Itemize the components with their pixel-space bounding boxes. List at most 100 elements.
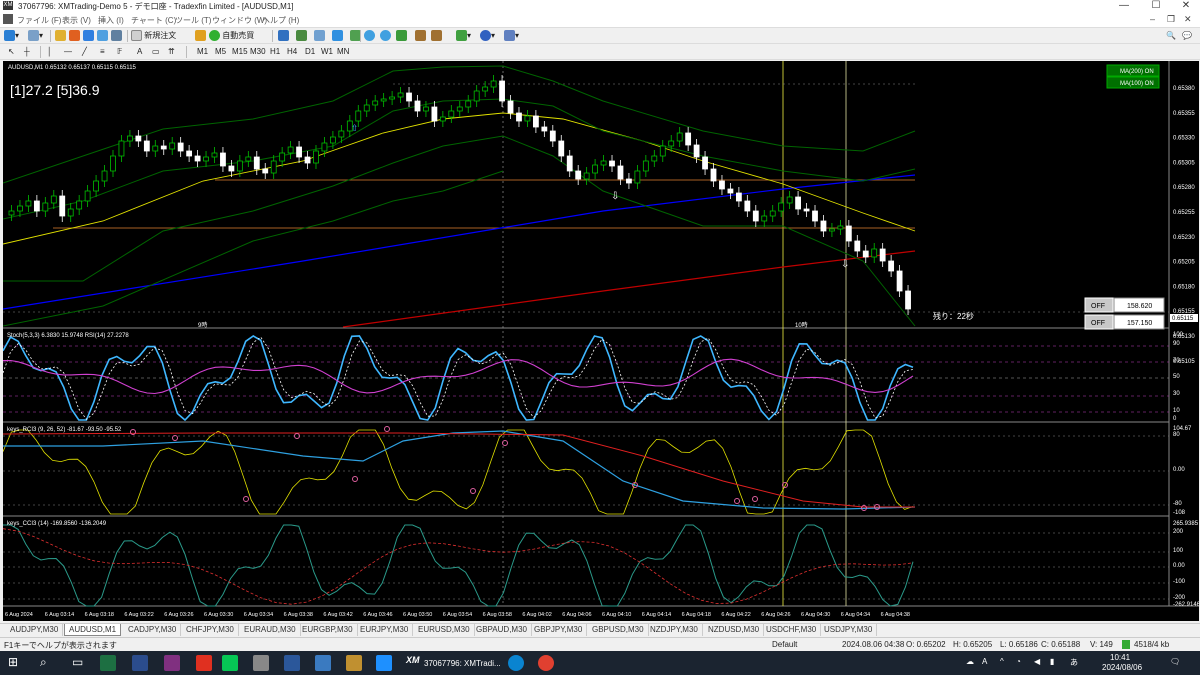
chart-tab-eurgbpm30[interactable]: EURGBP,M30: [298, 624, 358, 636]
zoom-out-icon[interactable]: [380, 30, 391, 42]
menu-insert[interactable]: 挿入 (I): [98, 15, 124, 26]
excel-icon[interactable]: [100, 655, 116, 671]
horizontal-line-icon[interactable]: —: [64, 46, 72, 58]
volume-icon[interactable]: ◀: [1034, 657, 1040, 666]
ime-mode-icon[interactable]: あ: [1070, 657, 1078, 668]
chart-shift-icon[interactable]: [415, 30, 426, 42]
battery-icon[interactable]: ▮: [1050, 657, 1054, 666]
navigator-icon[interactable]: [83, 30, 94, 42]
xm-icon[interactable]: XM: [406, 655, 420, 665]
search-taskbar-icon[interactable]: ⌕: [40, 655, 47, 670]
chart-tab-gbpaudm30[interactable]: GBPAUD,M30: [472, 624, 532, 636]
menu-chart[interactable]: チャート (C): [131, 15, 176, 26]
tf-m15[interactable]: M15: [232, 46, 248, 58]
chart-tab-cadjpym30[interactable]: CADJPY,M30: [124, 624, 182, 636]
crosshair-icon[interactable]: ┼: [24, 46, 30, 58]
chrome-icon[interactable]: [538, 655, 554, 671]
candlestick-icon[interactable]: [296, 30, 307, 42]
line-chart-alt-icon[interactable]: [332, 30, 343, 42]
arrows-icon[interactable]: ⇈: [168, 46, 175, 58]
vertical-line-icon[interactable]: │: [47, 46, 52, 58]
chart-tab-eurjpym30[interactable]: EURJPY,M30: [356, 624, 414, 636]
tf-d1[interactable]: D1: [305, 46, 315, 58]
wifi-icon[interactable]: ◔: [1016, 657, 1021, 666]
app-icon-6[interactable]: [253, 655, 269, 671]
tf-m5[interactable]: M5: [215, 46, 226, 58]
chart-tab-chfjpym30[interactable]: CHFJPY,M30: [182, 624, 239, 636]
taskbar-mt4-label[interactable]: 37067796: XMTradi...: [424, 659, 501, 668]
edge-icon[interactable]: [508, 655, 524, 671]
tray-chevron-icon[interactable]: ^: [1000, 657, 1004, 666]
terminal-icon[interactable]: [97, 30, 108, 42]
chat-icon[interactable]: 💬: [1182, 30, 1192, 42]
menu-view[interactable]: 表示 (V): [62, 15, 91, 26]
menu-file[interactable]: ファイル (F): [17, 15, 61, 26]
cursor-icon[interactable]: ↖: [8, 46, 15, 58]
auto-trading-button[interactable]: 自動売買: [209, 30, 254, 42]
chart-tab-eurusdm30[interactable]: EURUSD,M30: [414, 624, 475, 636]
chart-tab-audjpym30[interactable]: AUDJPY,M30: [6, 624, 64, 636]
chart-window[interactable]: ⇩ ⇩ ⇧ 0.65380 0.65355 0.65330 0.65305 0.65280 0…: [2, 61, 1200, 621]
minimize-button[interactable]: —: [1110, 0, 1138, 12]
app-icon-10[interactable]: [376, 655, 392, 671]
menu-window[interactable]: ウィンドウ (W): [212, 15, 267, 26]
data-window-icon[interactable]: [69, 30, 80, 42]
fibonacci-icon[interactable]: 𝔽: [117, 46, 122, 58]
line-chart-icon[interactable]: [314, 30, 325, 42]
chart-tab-gbpusdm30[interactable]: GBPUSD,M30: [588, 624, 649, 636]
tf-m1[interactable]: M1: [197, 46, 208, 58]
tf-m30[interactable]: M30: [250, 46, 266, 58]
app-icon-2[interactable]: [132, 655, 148, 671]
tile-windows-icon[interactable]: [396, 30, 407, 42]
mdi-minimize-icon[interactable]: –: [1150, 14, 1155, 24]
network-icon[interactable]: ☁: [966, 657, 974, 666]
menu-tools[interactable]: ツール (T): [175, 15, 211, 26]
mdi-close-icon[interactable]: ✕: [1184, 14, 1192, 25]
market-watch-icon[interactable]: [55, 30, 66, 42]
zoom-in-icon[interactable]: [364, 30, 375, 42]
tester-icon[interactable]: [111, 30, 122, 42]
mdi-restore-icon[interactable]: ❐: [1167, 14, 1175, 25]
tf-w1[interactable]: W1: [321, 46, 333, 58]
text-icon[interactable]: A: [137, 46, 142, 58]
bar-chart-icon[interactable]: [278, 30, 289, 42]
task-view-icon[interactable]: ▭: [72, 655, 83, 669]
chart-canvas[interactable]: ⇩ ⇩ ⇧ 0.65380 0.65355 0.65330 0.65305 0.65280 0…: [2, 61, 1200, 621]
templates-icon[interactable]: ▾: [504, 30, 519, 42]
close-button[interactable]: ✕: [1172, 0, 1200, 12]
menu-help[interactable]: ヘルプ (H): [262, 15, 299, 26]
windows-start-icon[interactable]: ⊞: [8, 655, 18, 669]
app-icon-4[interactable]: [196, 655, 212, 671]
metaeditor-icon[interactable]: [195, 30, 206, 42]
auto-scroll-icon[interactable]: [431, 30, 442, 42]
tf-h1[interactable]: H1: [270, 46, 280, 58]
new-order-button[interactable]: 新規注文: [131, 30, 176, 42]
label-icon[interactable]: ▭: [152, 46, 160, 58]
clock-date[interactable]: 2024/08/06: [1102, 663, 1142, 672]
app-icon-3[interactable]: [164, 655, 180, 671]
channel-icon[interactable]: ≡: [100, 46, 105, 58]
search-icon[interactable]: 🔍: [1166, 30, 1176, 42]
tf-h4[interactable]: H4: [287, 46, 297, 58]
chart-tab-euraudm30[interactable]: EURAUD,M30: [240, 624, 301, 636]
trendline-icon[interactable]: ╱: [82, 46, 87, 58]
line-icon[interactable]: [222, 655, 238, 671]
notification-icon[interactable]: 🗨: [1170, 657, 1180, 666]
tf-mn[interactable]: MN: [337, 46, 349, 58]
chart-tab-audusdm1[interactable]: AUDUSD,M1: [64, 624, 122, 636]
profiles-icon[interactable]: ▾: [28, 30, 43, 42]
indicators-icon[interactable]: ▾: [456, 30, 471, 42]
periods-icon[interactable]: ▾: [480, 30, 495, 42]
clock-time[interactable]: 10:41: [1110, 653, 1130, 662]
ime-indicator-icon[interactable]: A: [982, 657, 987, 666]
chart-tab-gbpjpym30[interactable]: GBPJPY,M30: [530, 624, 588, 636]
maximize-button[interactable]: ☐: [1142, 0, 1170, 12]
chart-tab-nzdjpym30[interactable]: NZDJPY,M30: [646, 624, 703, 636]
app-icon-9[interactable]: [346, 655, 362, 671]
app-icon-8[interactable]: [315, 655, 331, 671]
chart-tab-usdchfm30[interactable]: USDCHF,M30: [762, 624, 822, 636]
word-icon[interactable]: [284, 655, 300, 671]
chart-tab-nzdusdm30[interactable]: NZDUSD,M30: [704, 624, 765, 636]
new-chart-icon[interactable]: ▾: [4, 30, 19, 42]
chart-tab-usdjpym30[interactable]: USDJPY,M30: [820, 624, 878, 636]
